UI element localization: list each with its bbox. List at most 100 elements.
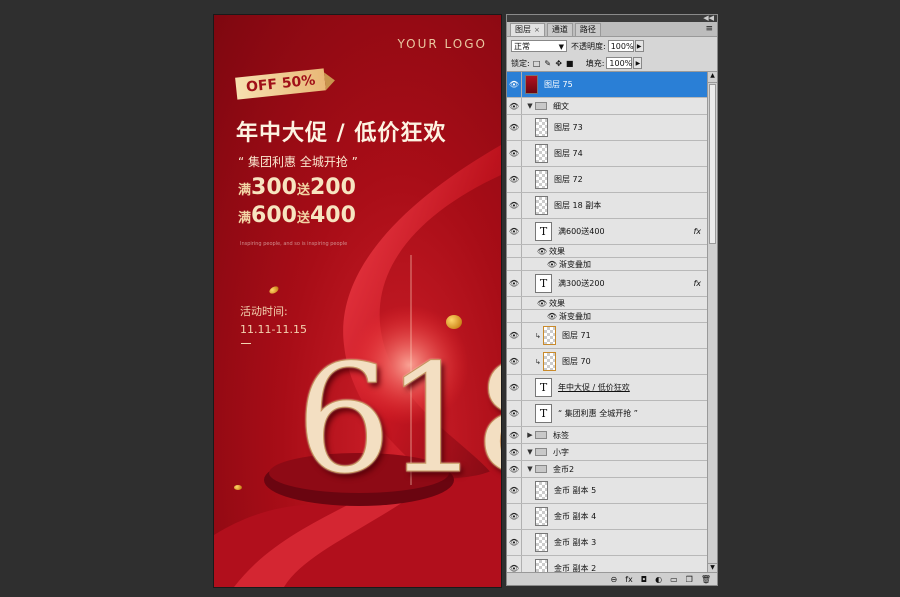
layer-item[interactable]: 👁 图层 73 <box>507 115 707 141</box>
eye-icon[interactable]: 👁 <box>507 80 521 89</box>
eye-icon[interactable]: 👁 <box>545 260 559 269</box>
layer-thumbnail <box>535 118 548 137</box>
lock-brush-icon[interactable]: ✎ <box>544 59 552 68</box>
eye-icon[interactable]: 👁 <box>535 299 549 308</box>
tab-channels[interactable]: 通道 <box>546 23 573 36</box>
text-layer-item[interactable]: 👁 T “ 集团利惠 全城开抢 ” <box>507 401 707 427</box>
small-english-text: Inspiring people, and so is inspiring pe… <box>240 241 348 247</box>
effects-row[interactable]: 👁 效果 <box>507 245 707 258</box>
layer-thumbnail <box>535 507 548 526</box>
layer-item[interactable]: 👁 ↳ 图层 70 <box>507 349 707 375</box>
close-icon[interactable]: × <box>534 26 540 34</box>
scroll-thumb[interactable] <box>709 84 716 244</box>
eye-icon[interactable]: 👁 <box>545 312 559 321</box>
layer-item[interactable]: 👁 图层 18 副本 <box>507 193 707 219</box>
text-layer-icon: T <box>535 404 552 423</box>
scroll-up-icon[interactable]: ▲ <box>708 72 717 83</box>
poster-canvas[interactable]: YOUR LOGO OFF 50% 年中大促 / 低价狂欢 “ 集团利惠 全城开… <box>213 14 502 588</box>
promo-line-1: 满300送200 <box>238 175 356 200</box>
clipping-mask-icon: ↳ <box>535 357 541 366</box>
collapse-icon[interactable]: ◀◀ <box>703 14 714 22</box>
eye-icon[interactable]: 👁 <box>507 227 521 236</box>
promo1-mid: 送 <box>296 183 310 198</box>
eye-icon[interactable]: 👁 <box>507 512 521 521</box>
opacity-slider-button[interactable]: ▶ <box>634 40 644 52</box>
eye-icon[interactable]: 👁 <box>507 465 521 474</box>
mask-icon[interactable]: ◘ <box>641 575 647 584</box>
folder-icon[interactable]: ▭ <box>670 575 678 584</box>
clipping-mask-icon: ↳ <box>535 331 541 340</box>
expand-arrow-icon[interactable]: ▶ <box>525 431 535 439</box>
eye-icon[interactable]: 👁 <box>507 201 521 210</box>
layer-item[interactable]: 👁 图层 72 <box>507 167 707 193</box>
expand-arrow-icon[interactable]: ▼ <box>525 465 535 473</box>
tab-layers[interactable]: 图层 × <box>510 23 545 36</box>
effects-row[interactable]: 👁 效果 <box>507 297 707 310</box>
text-layer-item[interactable]: 👁 T 满300送200 fx <box>507 271 707 297</box>
layer-thumbnail <box>543 326 556 345</box>
layer-item[interactable]: 👁 图层 74 <box>507 141 707 167</box>
text-layer-item[interactable]: 👁 T 满600送400 fx <box>507 219 707 245</box>
expand-arrow-icon[interactable]: ▼ <box>525 102 535 110</box>
new-layer-icon[interactable]: ❐ <box>686 575 693 584</box>
eye-icon[interactable]: 👁 <box>507 357 521 366</box>
eye-icon[interactable]: 👁 <box>507 448 521 457</box>
eye-icon[interactable]: 👁 <box>507 383 521 392</box>
lock-row: 锁定: □ ✎ ✥ ■ 填充: 100% ▶ <box>507 55 717 72</box>
fx-icon[interactable]: fx <box>693 279 701 288</box>
effect-item[interactable]: 👁 渐变叠加 <box>507 310 707 323</box>
promo-line-2: 满600送400 <box>238 203 356 228</box>
trash-icon[interactable]: 🗑 <box>701 575 711 584</box>
adjustment-icon[interactable]: ◐ <box>655 575 662 584</box>
layer-group[interactable]: 👁 ▼ 金币2 <box>507 461 707 478</box>
slogan: “ 集团利惠 全城开抢 ” <box>238 155 358 169</box>
fill-input[interactable]: 100% <box>606 57 633 69</box>
layer-name: 图层 71 <box>562 331 591 340</box>
expand-arrow-icon[interactable]: ▼ <box>525 448 535 456</box>
layer-scrollbar[interactable]: ▲ ▼ <box>707 72 717 574</box>
panel-title-bar[interactable]: ◀◀ <box>507 14 717 22</box>
lock-transparency-icon[interactable]: □ <box>533 59 541 68</box>
effect-item[interactable]: 👁 渐变叠加 <box>507 258 707 271</box>
text-layer-item[interactable]: 👁 T 年中大促 / 低价狂欢 <box>507 375 707 401</box>
layer-thumbnail <box>543 352 556 371</box>
eye-icon[interactable]: 👁 <box>507 409 521 418</box>
coin-icon <box>446 315 462 329</box>
tab-paths[interactable]: 路径 <box>574 23 601 36</box>
layer-name: 满300送200 <box>558 279 605 288</box>
layer-name: 小字 <box>553 447 569 457</box>
panel-menu-icon[interactable]: ≡ <box>705 24 713 34</box>
layer-item[interactable]: 👁 金币 副本 4 <box>507 504 707 530</box>
eye-icon[interactable]: 👁 <box>507 279 521 288</box>
lock-all-icon[interactable]: ■ <box>566 59 574 68</box>
layer-group[interactable]: 👁 ▶ 标签 <box>507 427 707 444</box>
eye-icon[interactable]: 👁 <box>507 331 521 340</box>
layer-item[interactable]: 👁 金币 副本 3 <box>507 530 707 556</box>
layer-item[interactable]: 👁 金币 副本 5 <box>507 478 707 504</box>
fx-icon[interactable]: fx <box>625 575 633 584</box>
link-icon[interactable]: ⊖ <box>611 575 618 584</box>
eye-icon[interactable]: 👁 <box>507 431 521 440</box>
layer-name: 年中大促 / 低价狂欢 <box>558 383 630 392</box>
eye-icon[interactable]: 👁 <box>507 538 521 547</box>
layer-name: 图层 74 <box>554 149 583 158</box>
fx-icon[interactable]: fx <box>693 227 701 236</box>
layer-thumbnail <box>525 75 538 94</box>
eye-icon[interactable]: 👁 <box>507 123 521 132</box>
eye-icon[interactable]: 👁 <box>507 149 521 158</box>
layer-item[interactable]: 👁 ↳ 图层 71 <box>507 323 707 349</box>
layer-name: 图层 75 <box>544 80 573 89</box>
layer-group[interactable]: 👁 ▼ 小字 <box>507 444 707 461</box>
blend-mode-select[interactable]: 正常 ▼ <box>511 40 567 52</box>
lock-move-icon[interactable]: ✥ <box>555 59 563 68</box>
eye-icon[interactable]: 👁 <box>507 175 521 184</box>
eye-icon[interactable]: 👁 <box>507 102 521 111</box>
fill-slider-button[interactable]: ▶ <box>633 57 643 69</box>
eye-icon[interactable]: 👁 <box>507 486 521 495</box>
eye-icon[interactable]: 👁 <box>535 247 549 256</box>
layer-group[interactable]: 👁 ▼ 细文 <box>507 98 707 115</box>
layer-item[interactable]: 👁 图层 75 <box>507 72 707 98</box>
opacity-input[interactable]: 100% <box>607 40 634 52</box>
panel-bottom-bar: ⊖ fx ◘ ◐ ▭ ❐ 🗑 <box>507 572 717 585</box>
chevron-down-icon: ▼ <box>558 43 564 51</box>
